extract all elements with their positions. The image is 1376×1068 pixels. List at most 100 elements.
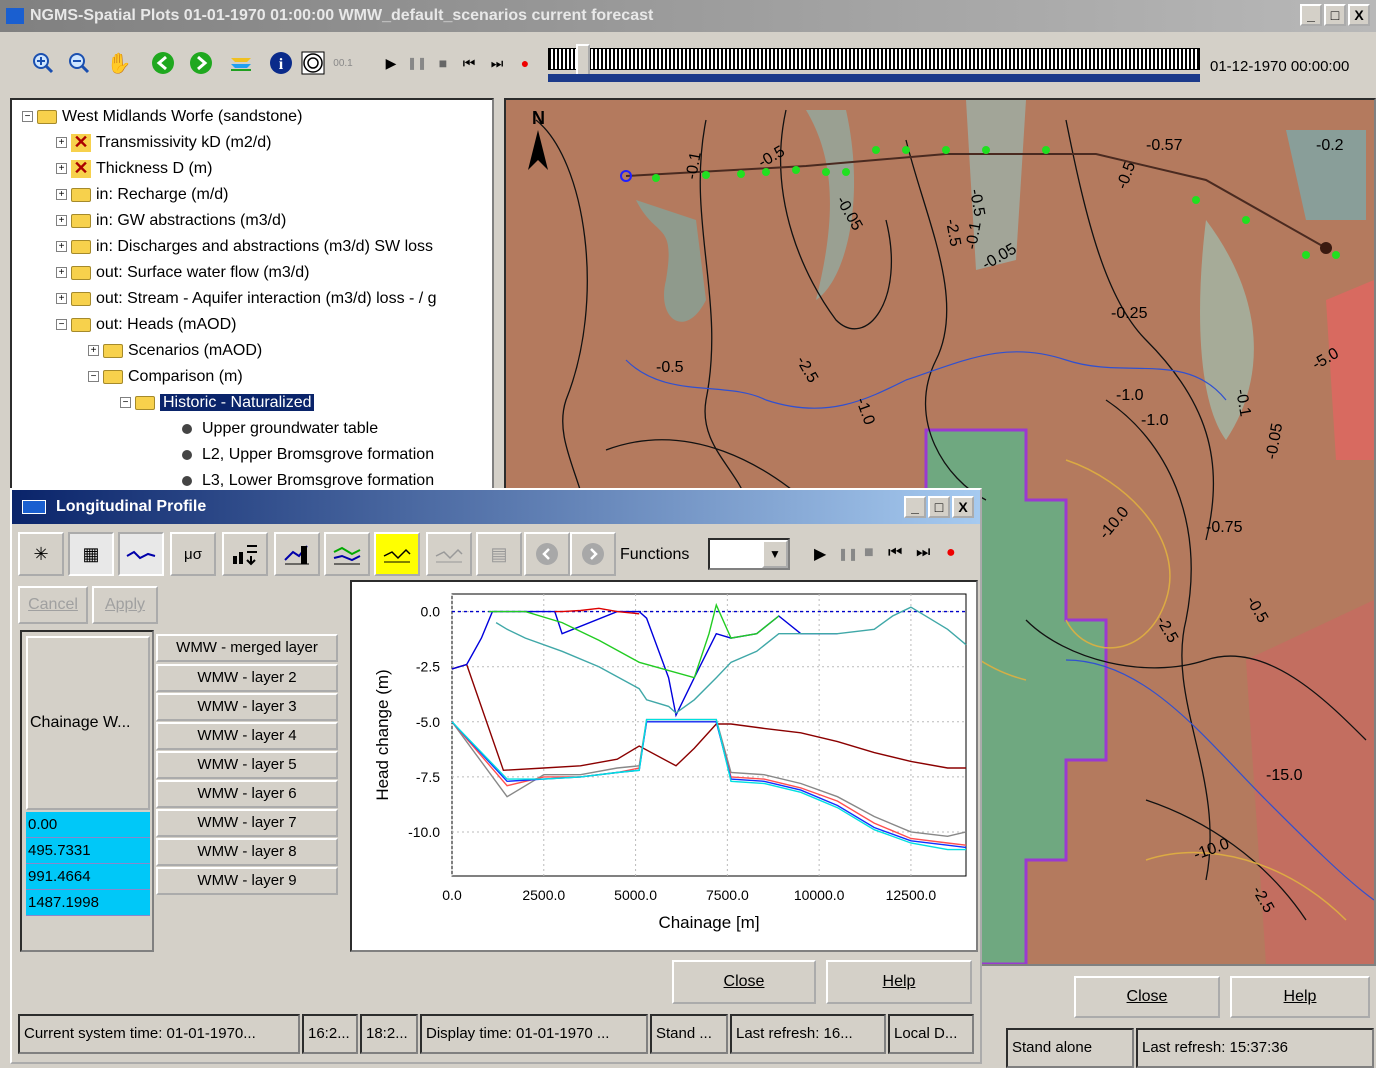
- next-circle-icon[interactable]: [570, 532, 616, 576]
- forward-arrow-icon[interactable]: [188, 50, 214, 76]
- layer-button-4[interactable]: WMW - layer 4: [156, 722, 338, 750]
- skip-forward-icon[interactable]: ⏭: [484, 50, 510, 76]
- collapse-icon[interactable]: −: [22, 111, 33, 123]
- cancel-button[interactable]: Cancel: [18, 586, 88, 624]
- back-arrow-icon[interactable]: [150, 50, 176, 76]
- tree-item[interactable]: + ✕ Transmissivity kD (m2/d): [56, 130, 271, 156]
- tree-item[interactable]: + in: GW abstractions (m3/d): [56, 208, 286, 234]
- expand-icon[interactable]: +: [56, 267, 67, 279]
- record-icon[interactable]: ●: [512, 50, 538, 76]
- status-stand-alone: Stand alone: [1006, 1028, 1134, 1068]
- pause-icon[interactable]: ❚❚: [404, 50, 430, 76]
- play-icon[interactable]: ▶: [814, 544, 826, 564]
- longitudinal-profile-window[interactable]: Longitudinal Profile _ □ X ✳ ▦ μσ ▤ Func…: [10, 488, 982, 1064]
- skip-back-icon[interactable]: ⏮: [888, 544, 902, 562]
- collapse-icon[interactable]: −: [120, 397, 131, 409]
- chevron-down-icon[interactable]: ▼: [762, 540, 788, 568]
- skip-forward-icon[interactable]: ⏭: [916, 544, 930, 562]
- expand-icon[interactable]: +: [56, 215, 67, 227]
- expand-icon[interactable]: +: [88, 345, 99, 357]
- tree-item[interactable]: − Comparison (m): [88, 364, 243, 390]
- tree-item[interactable]: + in: Discharges and abstractions (m3/d) …: [56, 234, 433, 260]
- chainage-cell[interactable]: 0.00: [26, 812, 150, 838]
- tree-item[interactable]: + out: Stream - Aquifer interaction (m3/d…: [56, 286, 437, 312]
- expand-icon[interactable]: +: [56, 189, 67, 201]
- tree-leaf[interactable]: Upper groundwater table: [182, 416, 378, 442]
- layer-button-9[interactable]: WMW - layer 9: [156, 867, 338, 895]
- expand-icon[interactable]: +: [56, 163, 67, 175]
- tree-leaf[interactable]: L2, Upper Bromsgrove formation: [182, 442, 434, 468]
- profile-minimize-button[interactable]: _: [904, 496, 926, 518]
- tree-item[interactable]: + out: Surface water flow (m3/d): [56, 260, 309, 286]
- apply-button[interactable]: Apply: [92, 586, 158, 624]
- layer-button-7[interactable]: WMW - layer 7: [156, 809, 338, 837]
- tree-item[interactable]: + Scenarios (mAOD): [88, 338, 262, 364]
- folder-icon: [71, 213, 91, 228]
- chainage-cell[interactable]: 991.4664: [26, 864, 150, 890]
- layer-button-8[interactable]: WMW - layer 8: [156, 838, 338, 866]
- layer-button-2[interactable]: WMW - layer 2: [156, 664, 338, 692]
- table-icon[interactable]: ▦: [68, 532, 114, 576]
- layer-tree[interactable]: − West Midlands Worfe (sandstone) + ✕ Trans…: [10, 98, 494, 498]
- disabled-chart-icon[interactable]: [426, 532, 472, 576]
- expand-icon[interactable]: +: [56, 293, 67, 305]
- line-chart-icon[interactable]: [118, 532, 164, 576]
- bar-line-icon[interactable]: [274, 532, 320, 576]
- mu-sigma-icon[interactable]: μσ: [170, 532, 216, 576]
- document-icon[interactable]: ▤: [476, 532, 522, 576]
- play-icon[interactable]: ▶: [378, 50, 404, 76]
- skip-back-icon[interactable]: ⏮: [456, 50, 482, 76]
- map-label: -0.2: [1316, 137, 1344, 154]
- x-tick-label: 2500.0: [522, 887, 565, 903]
- functions-select[interactable]: ▼: [708, 538, 790, 570]
- info-icon[interactable]: i: [268, 50, 294, 76]
- zoom-out-icon[interactable]: [66, 50, 92, 76]
- maximize-button[interactable]: □: [1324, 4, 1346, 26]
- multi-line-icon[interactable]: [324, 532, 370, 576]
- chainage-table[interactable]: Chainage W... 0.00 495.7331 991.4664 148…: [20, 630, 154, 952]
- tree-label: L2, Upper Bromsgrove formation: [202, 446, 435, 463]
- collapse-icon[interactable]: −: [56, 319, 67, 331]
- layer-button-6[interactable]: WMW - layer 6: [156, 780, 338, 808]
- expand-icon[interactable]: +: [56, 137, 67, 149]
- timeline-thumb[interactable]: [576, 44, 590, 78]
- profile-maximize-button[interactable]: □: [928, 496, 950, 518]
- tree-root[interactable]: − West Midlands Worfe (sandstone): [22, 104, 302, 130]
- record-icon[interactable]: ●: [946, 544, 956, 562]
- tree-item[interactable]: − out: Heads (mAOD): [56, 312, 236, 338]
- profile-chart[interactable]: 0.0 2500.0 5000.0 7500.0 10000.0 12500.0 0.0 -2…: [352, 582, 976, 950]
- chainage-cell[interactable]: 1487.1998: [26, 890, 150, 916]
- stop-icon[interactable]: ■: [864, 544, 874, 562]
- main-help-button[interactable]: Help: [1230, 976, 1370, 1018]
- profile-close-button[interactable]: Close: [672, 960, 816, 1004]
- pan-hand-icon[interactable]: ✋: [106, 50, 132, 76]
- layers-icon[interactable]: [228, 50, 254, 76]
- layer-button-5[interactable]: WMW - layer 5: [156, 751, 338, 779]
- minimize-button[interactable]: _: [1300, 4, 1322, 26]
- close-window-button[interactable]: X: [1348, 4, 1370, 26]
- profile-chart-container[interactable]: 0.0 2500.0 5000.0 7500.0 10000.0 12500.0 0.0 -2…: [350, 580, 978, 952]
- zoom-in-icon[interactable]: [30, 50, 56, 76]
- main-close-button[interactable]: Close: [1074, 976, 1220, 1018]
- sort-icon[interactable]: [222, 532, 268, 576]
- folder-icon: [71, 291, 91, 306]
- highlight-line-icon[interactable]: [374, 532, 420, 576]
- bullet-icon: [182, 423, 192, 434]
- layer-button-merged[interactable]: WMW - merged layer: [156, 634, 338, 662]
- timeline-slider[interactable]: [548, 44, 1200, 84]
- prev-circle-icon[interactable]: [524, 532, 570, 576]
- profile-close-x-button[interactable]: X: [952, 496, 974, 518]
- pause-icon[interactable]: ❚❚: [838, 547, 858, 561]
- profile-help-button[interactable]: Help: [826, 960, 972, 1004]
- chainage-cell[interactable]: 495.7331: [26, 838, 150, 864]
- layer-button-3[interactable]: WMW - layer 3: [156, 693, 338, 721]
- crosshair-icon[interactable]: ✳: [18, 532, 64, 576]
- tree-item-selected[interactable]: − Historic - Naturalized: [120, 390, 315, 416]
- chainage-column-header[interactable]: Chainage W...: [26, 636, 150, 810]
- stop-icon[interactable]: ■: [430, 50, 456, 76]
- tree-item[interactable]: + ✕ Thickness D (m): [56, 156, 212, 182]
- collapse-icon[interactable]: −: [88, 371, 99, 383]
- tree-item[interactable]: + in: Recharge (m/d): [56, 182, 229, 208]
- expand-icon[interactable]: +: [56, 241, 67, 253]
- contour-icon[interactable]: [300, 50, 326, 76]
